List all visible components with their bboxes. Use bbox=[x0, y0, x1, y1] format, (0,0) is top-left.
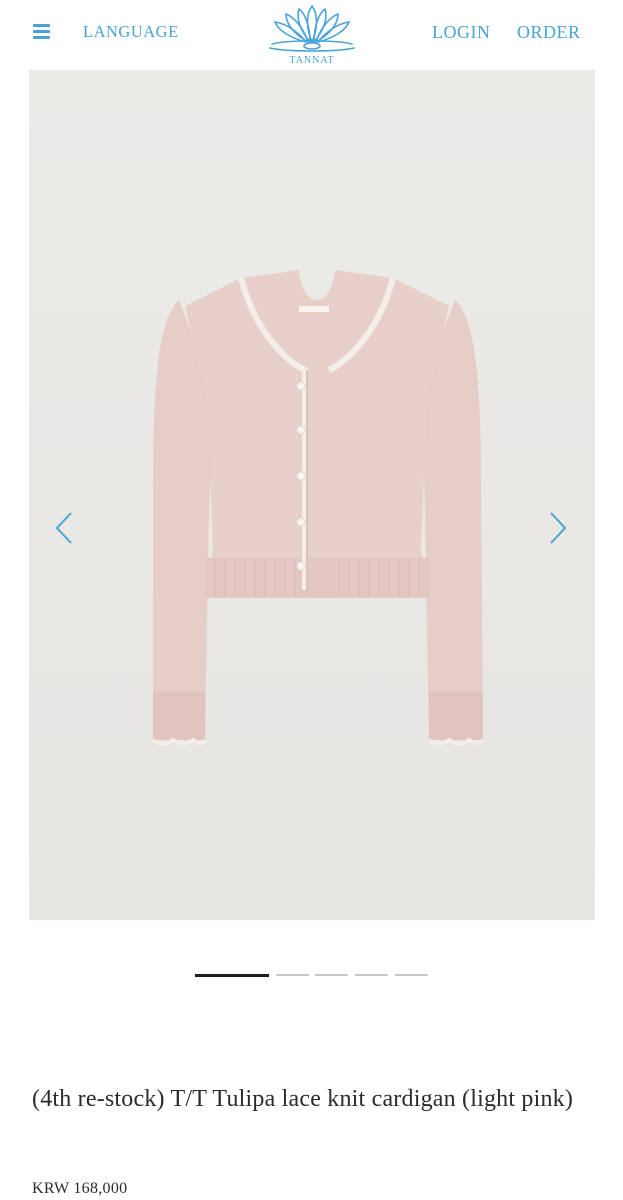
product-title: (4th re-stock) T/T Tulipa lace knit card… bbox=[32, 1086, 574, 1112]
pagination-indicator-3[interactable] bbox=[315, 974, 348, 976]
brand-logo[interactable]: TANNAT bbox=[266, 2, 358, 68]
shell-logo-icon bbox=[269, 4, 355, 52]
pagination-indicator-5[interactable] bbox=[395, 974, 428, 976]
site-header: LANGUAGE TANNAT LOGIN ORDER bbox=[0, 0, 623, 70]
pagination-indicator-1[interactable] bbox=[195, 973, 269, 977]
order-link[interactable]: ORDER bbox=[517, 22, 581, 43]
pagination-indicator-2[interactable] bbox=[276, 974, 309, 976]
product-price: KRW 168,000 bbox=[32, 1180, 128, 1197]
hamburger-menu-icon[interactable] bbox=[33, 24, 53, 40]
login-link[interactable]: LOGIN bbox=[432, 22, 491, 43]
product-image-gallery[interactable] bbox=[29, 70, 595, 920]
next-slide-arrow-icon[interactable] bbox=[545, 510, 569, 546]
previous-slide-arrow-icon[interactable] bbox=[53, 510, 77, 546]
pagination-indicator-4[interactable] bbox=[355, 974, 388, 976]
product-photo-cardigan bbox=[29, 70, 595, 920]
logo-wordmark: TANNAT bbox=[289, 55, 335, 66]
language-link[interactable]: LANGUAGE bbox=[83, 22, 179, 42]
